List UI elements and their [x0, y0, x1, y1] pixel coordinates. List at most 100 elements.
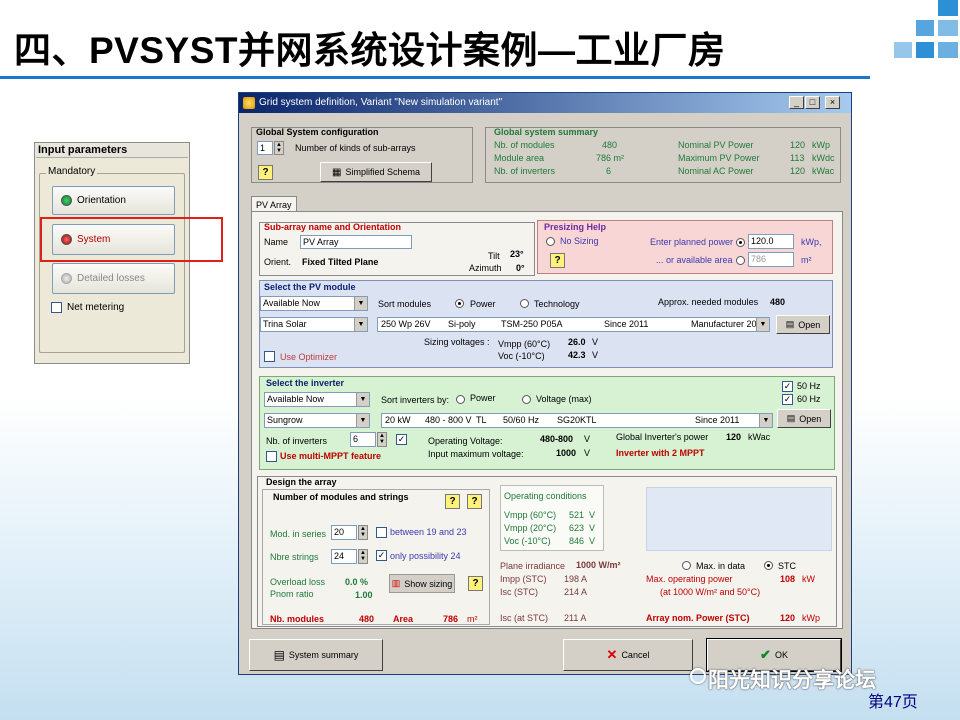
close-icon[interactable]: × — [825, 96, 840, 109]
sub-array-kinds-label: Number of kinds of sub-arrays — [295, 143, 416, 153]
hz50-checkbox[interactable]: ✓ — [782, 381, 793, 392]
orientation-button[interactable]: Orientation — [52, 186, 175, 215]
planned-power-radio[interactable] — [736, 238, 745, 247]
nbre-strings-input[interactable]: 24 — [331, 549, 357, 564]
planned-power-unit: kWp, — [801, 237, 822, 247]
subarray-name-input[interactable]: PV Array — [300, 235, 412, 249]
orient-value: Fixed Tilted Plane — [302, 257, 379, 267]
module-manufacturer-select[interactable]: Trina Solar — [260, 317, 368, 332]
opcond-value: 846 — [569, 536, 585, 546]
module-source: Manufacturer 20 — [691, 319, 757, 329]
sort-technology-radio[interactable] — [520, 299, 529, 308]
no-sizing-radio[interactable] — [546, 237, 555, 246]
module-filter-select[interactable]: Available Now — [260, 296, 368, 311]
sub-array-box: Sub-array name and Orientation Name PV A… — [259, 222, 535, 276]
sort-power-radio[interactable] — [455, 299, 464, 308]
summary-label: Nominal PV Power — [678, 140, 754, 150]
inverter-filter-select[interactable]: Available Now — [264, 392, 370, 407]
summary-unit: kWac — [812, 166, 835, 176]
preview-area — [646, 487, 832, 551]
sizing-voltages-label: Sizing voltages : — [424, 337, 490, 347]
summary-doc-icon: ▤ — [273, 648, 285, 662]
cancel-button[interactable]: ✕ Cancel — [563, 639, 693, 671]
sub-array-kinds-input[interactable]: 1 — [257, 141, 273, 155]
tab-pv-array[interactable]: PV Array — [251, 196, 297, 212]
area-value: 786 — [443, 614, 459, 624]
summary-label: Nb. of inverters — [494, 166, 556, 176]
opcond-value: 521 — [569, 510, 585, 520]
between-label: between 19 and 23 — [390, 527, 467, 537]
opcond-unit: V — [589, 510, 596, 520]
grid-system-window: Grid system definition, Variant "New sim… — [238, 92, 852, 675]
app-icon — [243, 97, 255, 109]
detailed-losses-label: Detailed losses — [77, 273, 145, 284]
sort-inv-voltage-radio[interactable] — [522, 395, 531, 404]
maximize-icon[interactable]: □ — [805, 96, 820, 109]
only-possibility-checkbox[interactable]: ✓ — [376, 550, 387, 561]
inverter-power: 20 kW — [385, 415, 411, 425]
show-sizing-button[interactable]: ▥ Show sizing — [389, 574, 455, 593]
inverter-open-button[interactable]: ▤ Open — [777, 409, 831, 428]
global-help-icon[interactable]: ? — [258, 165, 273, 180]
isc-at-stc-value: 211 A — [564, 613, 587, 623]
sizing-help-icon[interactable]: ? — [468, 576, 483, 591]
strings-help-icon[interactable]: ? — [467, 494, 482, 509]
voc-label: Voc (-10°C) — [498, 351, 545, 361]
module-tech: Si-poly — [448, 319, 476, 329]
available-area-input[interactable]: 786 — [748, 252, 794, 267]
max-in-data-radio[interactable] — [682, 561, 691, 570]
summary-unit: kWdc — [812, 153, 835, 163]
multi-mppt-checkbox[interactable] — [266, 451, 277, 462]
summary-value: 480 — [602, 140, 618, 150]
module-since: Since 2011 — [604, 319, 649, 329]
sub-array-kinds-spinner[interactable]: ▲ ▼ — [274, 141, 284, 155]
array-nom-power-label: Array nom. Power (STC) — [646, 613, 750, 623]
planned-power-label: Enter planned power — [650, 237, 734, 247]
available-area-label: ... or available area — [656, 255, 733, 265]
module-open-button[interactable]: ▤ Open — [776, 315, 830, 334]
inverter-model-select[interactable]: 20 kW 480 - 800 V TL 50/60 Hz SG20KTL Si… — [381, 413, 773, 428]
max-in-data-label: Max. in data — [696, 561, 746, 571]
available-area-radio[interactable] — [736, 256, 745, 265]
nb-modules-label: Nb. modules — [270, 614, 325, 624]
nb-inverters-input[interactable]: 6 — [350, 432, 376, 447]
nbre-strings-spinner[interactable]: ▲ ▼ — [358, 549, 368, 564]
global-summary-box: Global system summary Nb. of modules 480… — [485, 127, 841, 183]
corner-decoration — [880, 0, 960, 80]
presizing-help-icon[interactable]: ? — [550, 253, 565, 268]
stc-radio[interactable] — [764, 561, 773, 570]
page-number: 第47页 — [868, 694, 918, 711]
planned-power-input[interactable]: 120.0 — [748, 234, 794, 249]
open-folder-icon: ▤ — [786, 413, 796, 423]
sort-inv-power-radio[interactable] — [456, 395, 465, 404]
operating-voltage-label: Operating Voltage: — [428, 436, 503, 446]
minimize-icon[interactable]: _ — [789, 96, 804, 109]
presizing-box: Presizing Help No Sizing Enter planned p… — [537, 220, 833, 274]
hz60-checkbox[interactable]: ✓ — [782, 394, 793, 405]
opcond-value: 623 — [569, 523, 585, 533]
module-model: TSM-250 P05A — [501, 319, 563, 329]
inverter-manufacturer-select[interactable]: Sungrow — [264, 413, 370, 428]
azimuth-value: 0° — [516, 263, 525, 273]
summary-label: Nominal AC Power — [678, 166, 754, 176]
use-optimizer-checkbox[interactable] — [264, 351, 275, 362]
between-checkbox[interactable] — [376, 527, 387, 538]
mod-in-series-input[interactable]: 20 — [331, 525, 357, 540]
nb-inverters-checkbox[interactable]: ✓ — [396, 434, 407, 445]
series-help-icon[interactable]: ? — [445, 494, 460, 509]
summary-value: 120 — [790, 140, 806, 150]
overload-loss-value: 0.0 % — [345, 577, 369, 587]
net-metering-checkbox[interactable] — [51, 302, 62, 313]
plane-irradiance-label: Plane irradiance — [500, 561, 566, 571]
window-title: Grid system definition, Variant "New sim… — [259, 97, 503, 108]
module-model-select[interactable]: 250 Wp 26V Si-poly TSM-250 P05A Since 20… — [377, 317, 770, 332]
global-config-title: Global System configuration — [256, 127, 379, 137]
overload-loss-label: Overload loss — [270, 577, 326, 587]
available-area-unit: m² — [801, 255, 812, 265]
simplified-schema-button[interactable]: ▦ Simplified Schema — [320, 162, 432, 182]
mod-in-series-spinner[interactable]: ▲ ▼ — [358, 525, 368, 540]
inverter-freq: 50/60 Hz — [503, 415, 540, 425]
detailed-losses-button[interactable]: Detailed losses — [52, 263, 175, 294]
nb-inverters-spinner[interactable]: ▲ ▼ — [377, 432, 387, 447]
system-summary-button[interactable]: ▤ System summary — [249, 639, 383, 671]
